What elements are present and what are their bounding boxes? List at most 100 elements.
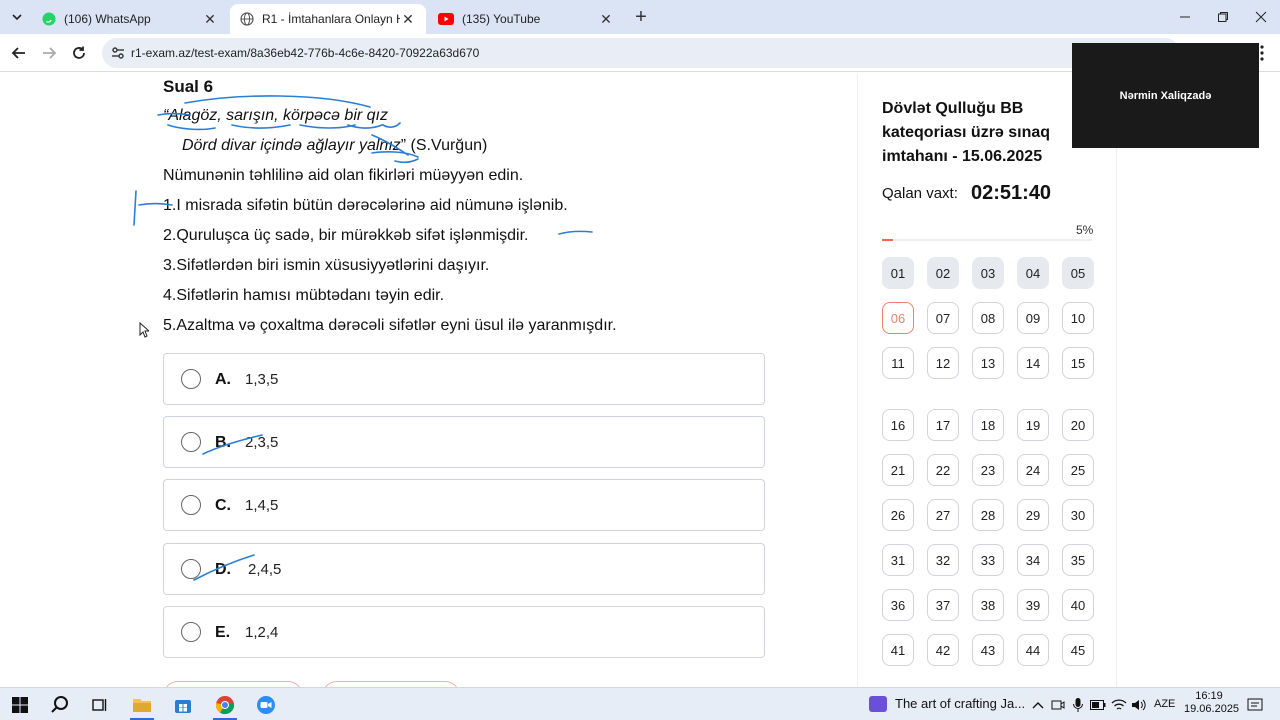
- radio-button[interactable]: [181, 432, 201, 452]
- question-number-button[interactable]: 43: [972, 634, 1004, 666]
- zoom-icon: [257, 696, 275, 714]
- question-prompt: Nümunənin təhlilinə aid olan fikirləri m…: [163, 167, 524, 184]
- search-icon: [51, 696, 68, 713]
- participant-name: Nərmin Xaliqzadə: [1119, 89, 1212, 102]
- question-number-button[interactable]: 34: [1017, 544, 1049, 576]
- battery-icon: [1090, 700, 1106, 710]
- question-number-button[interactable]: 01: [882, 257, 914, 289]
- windows-taskbar: The art of crafting Ja... AZE 16:19 19.0…: [0, 687, 1280, 720]
- option-e[interactable]: E. 1,2,4: [163, 606, 765, 658]
- taskbar-zoom[interactable]: [254, 693, 278, 717]
- question-number-button[interactable]: 44: [1017, 634, 1049, 666]
- minimize-button[interactable]: [1166, 0, 1204, 34]
- radio-button[interactable]: [181, 495, 201, 515]
- question-number-button[interactable]: 42: [927, 634, 959, 666]
- question-number-button[interactable]: 45: [1062, 634, 1094, 666]
- question-number-button[interactable]: 25: [1062, 454, 1094, 486]
- close-window-button[interactable]: [1242, 0, 1280, 34]
- video-participant-tile[interactable]: Nərmin Xaliqzadə: [1072, 43, 1259, 148]
- option-c[interactable]: C. 1,4,5: [163, 479, 765, 531]
- question-number-button[interactable]: 33: [972, 544, 1004, 576]
- close-icon[interactable]: ✕: [598, 11, 614, 27]
- poem-line-2-text: Dörd divar içində ağlayır yalnız: [182, 137, 401, 154]
- taskbar-search-button[interactable]: [48, 693, 72, 717]
- question-number-button[interactable]: 02: [927, 257, 959, 289]
- site-info-icon[interactable]: [110, 45, 126, 61]
- chevron-down-icon: [12, 14, 22, 21]
- question-number-button[interactable]: 10: [1062, 302, 1094, 334]
- radio-button[interactable]: [181, 559, 201, 579]
- question-number-button[interactable]: 27: [927, 499, 959, 531]
- radio-button[interactable]: [181, 622, 201, 642]
- restore-button[interactable]: [1204, 0, 1242, 34]
- tray-volume[interactable]: [1127, 693, 1151, 717]
- tab-strip: (106) WhatsApp ✕ R1 - İmtahanlara Onlayn…: [0, 0, 1280, 34]
- question-number-button[interactable]: 31: [882, 544, 914, 576]
- question-number-button[interactable]: 36: [882, 589, 914, 621]
- taskbar-file-explorer[interactable]: [130, 693, 154, 717]
- question-number-button[interactable]: 40: [1062, 589, 1094, 621]
- question-number-button[interactable]: 12: [927, 347, 959, 379]
- task-view-button[interactable]: [88, 693, 112, 717]
- question-number-button[interactable]: 28: [972, 499, 1004, 531]
- input-language[interactable]: AZE: [1154, 698, 1175, 710]
- question-number-button[interactable]: 30: [1062, 499, 1094, 531]
- question-number-button[interactable]: 14: [1017, 347, 1049, 379]
- question-number-button[interactable]: 11: [882, 347, 914, 379]
- taskbar-store[interactable]: [171, 693, 195, 717]
- new-tab-button[interactable]: +: [630, 7, 652, 29]
- media-app-icon[interactable]: [869, 696, 887, 712]
- reload-button[interactable]: [68, 42, 90, 64]
- progress-fill: [882, 239, 893, 241]
- question-number-button[interactable]: 37: [927, 589, 959, 621]
- question-number-button[interactable]: 15: [1062, 347, 1094, 379]
- chevron-up-icon: [1032, 702, 1044, 709]
- question-number-button[interactable]: 26: [882, 499, 914, 531]
- question-number-button[interactable]: 21: [882, 454, 914, 486]
- question-number-button[interactable]: 24: [1017, 454, 1049, 486]
- back-button[interactable]: [8, 42, 30, 64]
- restore-icon: [1218, 12, 1228, 22]
- tab-r1-exam[interactable]: R1 - İmtahanlara Onlayn Hazırlı ✕: [230, 4, 426, 34]
- close-icon[interactable]: ✕: [400, 11, 416, 27]
- taskbar-chrome[interactable]: [213, 693, 237, 717]
- option-a[interactable]: A. 1,3,5: [163, 353, 765, 405]
- question-number-button[interactable]: 09: [1017, 302, 1049, 334]
- question-number-button[interactable]: 04: [1017, 257, 1049, 289]
- task-view-icon: [92, 699, 107, 711]
- option-d[interactable]: D. 2,4,5: [163, 543, 765, 595]
- address-bar[interactable]: r1-exam.az/test-exam/8a36eb42-776b-4c6e-…: [102, 38, 1180, 68]
- option-b[interactable]: B. 2,3,5: [163, 416, 765, 468]
- notification-center[interactable]: [1243, 693, 1267, 717]
- question-number-button[interactable]: 08: [972, 302, 1004, 334]
- question-number-button[interactable]: 39: [1017, 589, 1049, 621]
- radio-button[interactable]: [181, 369, 201, 389]
- forward-button[interactable]: [38, 42, 60, 64]
- question-number-button[interactable]: 16: [882, 409, 914, 441]
- question-number-button[interactable]: 41: [882, 634, 914, 666]
- tab-search-button[interactable]: [6, 6, 28, 28]
- question-number-button[interactable]: 13: [972, 347, 1004, 379]
- question-number-button[interactable]: 18: [972, 409, 1004, 441]
- question-number-button[interactable]: 19: [1017, 409, 1049, 441]
- question-number-button[interactable]: 05: [1062, 257, 1094, 289]
- question-number-button[interactable]: 38: [972, 589, 1004, 621]
- start-button[interactable]: [8, 693, 32, 717]
- question-number-button[interactable]: 22: [927, 454, 959, 486]
- question-number-button[interactable]: 17: [927, 409, 959, 441]
- tab-youtube[interactable]: (135) YouTube ✕: [428, 4, 624, 34]
- question-number-button[interactable]: 23: [972, 454, 1004, 486]
- question-number-button[interactable]: 03: [972, 257, 1004, 289]
- folder-icon: [133, 699, 151, 712]
- question-number-button[interactable]: 20: [1062, 409, 1094, 441]
- question-number-button[interactable]: 35: [1062, 544, 1094, 576]
- question-number-button[interactable]: 06: [882, 302, 914, 334]
- media-title[interactable]: The art of crafting Ja...: [895, 696, 1025, 711]
- tab-whatsapp[interactable]: (106) WhatsApp ✕: [32, 4, 228, 34]
- clock[interactable]: 16:19 19.06.2025: [1184, 690, 1239, 716]
- question-number-button[interactable]: 07: [927, 302, 959, 334]
- question-number-button[interactable]: 29: [1017, 499, 1049, 531]
- close-icon[interactable]: ✕: [202, 11, 218, 27]
- exam-title: Dövlət Qulluğu BB kateqoriası üzrə sınaq…: [882, 100, 1051, 165]
- question-number-button[interactable]: 32: [927, 544, 959, 576]
